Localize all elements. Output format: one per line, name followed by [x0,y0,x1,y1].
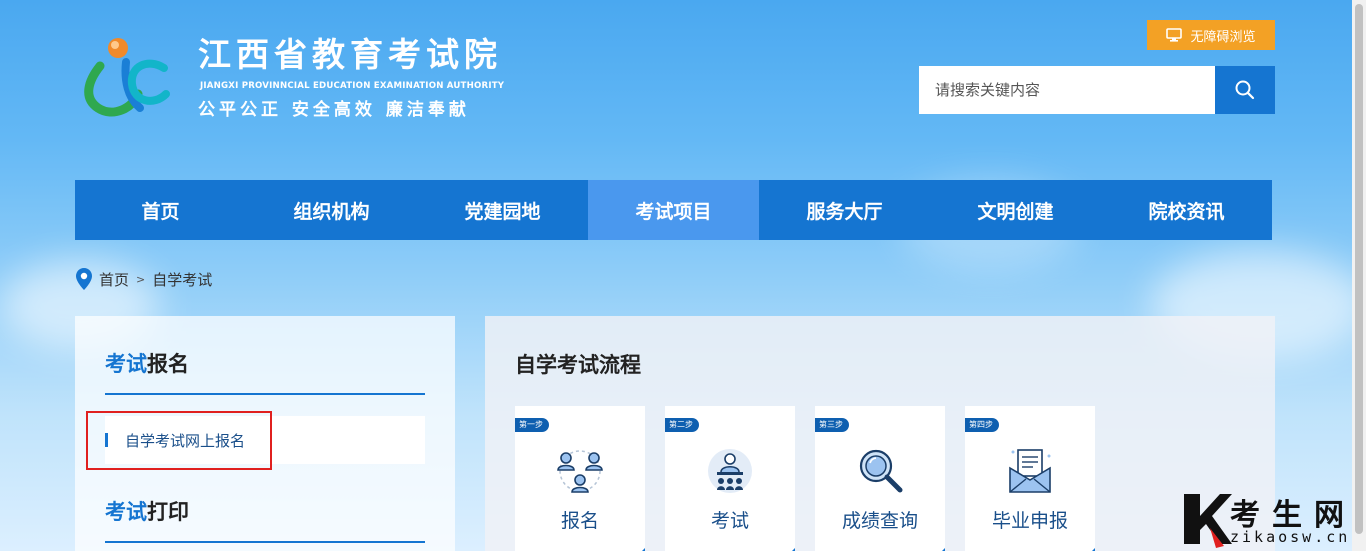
nav-item-home[interactable]: 首页 [75,180,246,240]
sidebar-section-printing: 考试打印 [105,496,189,526]
nav-item-service[interactable]: 服务大厅 [759,180,930,240]
step-badge: 第四步 [965,418,999,432]
process-title: 自学考试流程 [515,353,641,377]
envelope-icon [1009,449,1051,493]
location-pin-icon [76,268,92,290]
step-card-exam[interactable]: 第二步 考试 [665,406,795,551]
nav-item-party[interactable]: 党建园地 [417,180,588,240]
nav-item-organization[interactable]: 组织机构 [246,180,417,240]
process-panel: 自学考试流程 第一步 报名 第二步 考试 第三步 成绩查询 第四步 毕业申报 [485,316,1275,551]
step-badge: 第三步 [815,418,849,432]
step-card-registration[interactable]: 第一步 报名 [515,406,645,551]
site-logo[interactable] [78,36,170,122]
nav-item-exams[interactable]: 考试项目 [588,180,759,240]
breadcrumb-home[interactable]: 首页 [99,269,129,290]
search-icon [1235,80,1255,100]
step-label: 毕业申报 [991,510,1068,532]
step-badge: 第一步 [515,418,549,432]
site-title: 江西省教育考试院 [198,35,502,74]
step-card-score-query[interactable]: 第三步 成绩查询 [815,406,945,551]
site-title-en: JIANGXI PROVINNCIAL EDUCATION EXAMINATIO… [200,81,505,91]
section-heading-rest: 打印 [147,500,189,524]
section-heading-highlight: 考试 [105,500,147,524]
breadcrumb-separator: > [136,272,146,286]
step-label: 报名 [560,510,599,532]
magnifier-icon [859,449,903,493]
page-scrollbar[interactable] [1352,0,1366,551]
nav-item-civility[interactable]: 文明创建 [930,180,1101,240]
section-heading-rest: 报名 [147,352,189,376]
step-label: 成绩查询 [841,510,918,532]
accessibility-button[interactable]: 无障碍浏览 [1147,20,1275,50]
step-badge: 第二步 [665,418,699,432]
search-button[interactable] [1215,66,1275,114]
section-divider [105,541,425,543]
step-label: 考试 [710,510,749,532]
breadcrumb-current: 自学考试 [152,270,213,289]
main-nav: 首页 组织机构 党建园地 考试项目 服务大厅 文明创建 院校资讯 [75,180,1272,240]
highlight-annotation-box [86,411,272,470]
scrollbar-thumb[interactable] [1355,4,1363,534]
people-icon [557,450,603,493]
section-heading-highlight: 考试 [105,352,147,376]
breadcrumb: 首页 > 自学考试 [75,266,212,292]
step-card-graduation-application[interactable]: 第四步 毕业申报 [965,406,1095,551]
accessibility-label: 无障碍浏览 [1190,29,1256,45]
nav-item-college-news[interactable]: 院校资讯 [1101,180,1272,240]
site-slogan: 公平公正 安全高效 廉洁奉献 [198,100,470,120]
exam-icon [708,449,752,493]
section-divider [105,393,425,395]
watermark-domain: zikaosw.cn [1230,528,1351,546]
sidebar-section-registration: 考试报名 [105,348,189,378]
search-input[interactable] [919,66,1215,114]
monitor-icon [1166,28,1183,42]
